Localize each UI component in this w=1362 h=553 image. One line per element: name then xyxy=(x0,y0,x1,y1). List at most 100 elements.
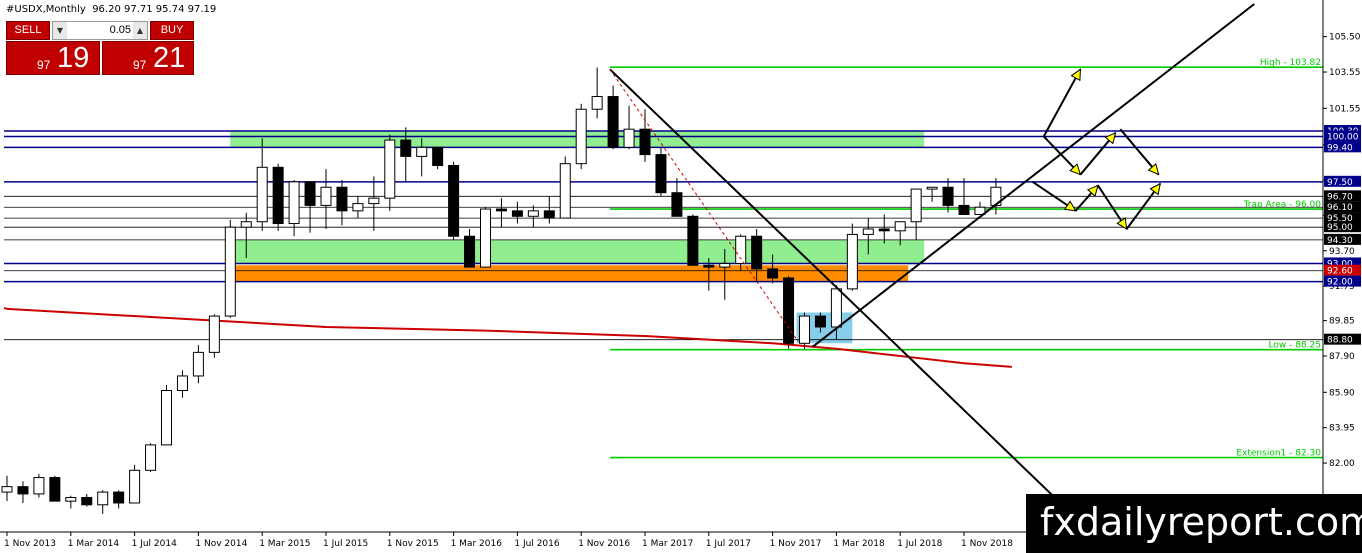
bull-candle xyxy=(65,497,77,502)
sell-price[interactable]: 97 19 xyxy=(6,41,100,75)
trend-line xyxy=(609,69,799,342)
price-tag-label: 99.40 xyxy=(1327,143,1353,153)
bear-candle xyxy=(607,96,619,148)
bull-candle xyxy=(623,128,635,148)
y-tick-label: 101.55 xyxy=(1329,104,1361,114)
bull-candle xyxy=(352,203,364,212)
x-tick-label: 1 Nov 2015 xyxy=(387,539,439,549)
bull-candle xyxy=(480,208,491,268)
price-chart[interactable]: High - 103.82 Trap Area - 96.00 Low - 88.2… xyxy=(0,0,1362,553)
y-tick-label: 82.00 xyxy=(1329,459,1355,469)
bull-candle xyxy=(320,186,332,206)
price-tag-label: 92.00 xyxy=(1327,278,1353,288)
x-tick-label: 1 Jul 2018 xyxy=(897,539,942,549)
bull-candle xyxy=(240,221,252,228)
moving-average-line xyxy=(6,307,1012,368)
lot-size-value[interactable]: 0.05 xyxy=(69,22,131,39)
bear-candle xyxy=(687,215,699,266)
zone-green xyxy=(230,239,925,264)
bear-candle xyxy=(304,181,316,206)
chart-title: #USDX,Monthly 96.20 97.71 95.74 97.19 xyxy=(6,4,216,15)
bear-candle xyxy=(81,497,93,506)
bear-candle xyxy=(448,164,460,237)
bear-candle xyxy=(17,486,29,495)
bull-candle xyxy=(208,315,220,353)
bull-candle xyxy=(926,186,938,190)
bear-candle xyxy=(464,235,476,268)
fib-level-label: Low - 88.25 xyxy=(1269,341,1321,351)
bear-candle xyxy=(655,154,667,194)
x-tick-label: 1 Jul 2014 xyxy=(132,539,177,549)
bear-candle xyxy=(703,264,715,268)
projection-arrow xyxy=(1042,68,1082,137)
bear-candle xyxy=(942,186,954,206)
buy-price-small: 97 xyxy=(133,58,147,72)
fib-level-label: Trap Area - 96.00 xyxy=(1243,200,1322,210)
bear-candle xyxy=(432,146,444,166)
bull-candle xyxy=(894,221,906,232)
bear-candle xyxy=(336,186,348,212)
buy-button[interactable]: BUY xyxy=(150,21,194,40)
price-tag-label: 97.50 xyxy=(1327,178,1353,188)
bear-candle xyxy=(400,139,412,157)
fib-level-label: Extension1 - 82.30 xyxy=(1236,449,1321,459)
price-tag-label: 95.00 xyxy=(1327,223,1353,233)
arrow-head-icon xyxy=(1063,200,1077,212)
arrow-head-icon xyxy=(1070,68,1081,82)
bull-candle xyxy=(559,163,571,219)
bull-candle xyxy=(830,288,842,328)
bull-candle xyxy=(288,181,300,225)
bear-candle xyxy=(113,491,125,504)
bull-candle xyxy=(591,96,603,110)
lot-decrease-icon[interactable]: ▼ xyxy=(53,22,67,39)
price-tag-label: 96.70 xyxy=(1327,192,1353,202)
ohlc-label: 96.20 97.71 95.74 97.19 xyxy=(92,4,217,15)
y-tick-label: 83.95 xyxy=(1329,424,1355,434)
y-tick-label: 105.50 xyxy=(1329,33,1361,43)
trend-line xyxy=(811,3,1255,348)
bull-candle xyxy=(176,375,188,391)
bear-candle xyxy=(767,268,779,279)
symbol-label: #USDX,Monthly xyxy=(6,4,86,15)
bull-candle xyxy=(256,166,268,223)
bear-candle xyxy=(639,128,651,156)
bear-candle xyxy=(958,204,970,215)
lot-increase-icon[interactable]: ▲ xyxy=(133,22,147,39)
bull-candle xyxy=(846,233,858,290)
x-tick-label: 1 Nov 2016 xyxy=(578,539,630,549)
buy-price[interactable]: 97 21 xyxy=(102,41,194,75)
x-tick-label: 1 Jul 2017 xyxy=(706,539,751,549)
watermark: fxdailyreport.com xyxy=(1026,494,1362,553)
fib-level-label: High - 103.82 xyxy=(1260,58,1321,68)
lot-size-field[interactable]: ▼ 0.05 ▲ xyxy=(52,21,148,40)
zone-orange xyxy=(230,265,909,282)
bull-candle xyxy=(368,197,380,205)
bull-candle xyxy=(416,146,428,157)
bull-candle xyxy=(97,491,109,506)
sell-price-small: 97 xyxy=(37,58,51,72)
price-tag-label: 96.10 xyxy=(1327,203,1353,213)
y-tick-label: 87.90 xyxy=(1329,352,1355,362)
bull-candle xyxy=(129,469,141,504)
bull-candle xyxy=(910,188,922,223)
x-tick-label: 1 Mar 2017 xyxy=(642,539,693,549)
bear-candle xyxy=(272,166,284,225)
sell-price-big: 19 xyxy=(57,42,90,74)
y-tick-label: 93.70 xyxy=(1329,247,1355,257)
bull-candle xyxy=(384,139,396,199)
x-tick-label: 1 Mar 2016 xyxy=(451,539,503,549)
bull-candle xyxy=(862,228,874,235)
bull-candle xyxy=(799,315,810,344)
one-click-trading-panel: SELL ▼ 0.05 ▲ BUY 97 19 97 21 xyxy=(4,19,194,77)
x-tick-label: 1 Mar 2018 xyxy=(833,539,885,549)
y-tick-label: 89.85 xyxy=(1329,317,1355,327)
y-tick-label: 85.90 xyxy=(1329,388,1355,398)
bull-candle xyxy=(527,210,539,217)
x-tick-label: 1 Mar 2015 xyxy=(259,539,310,549)
y-tick-label: 103.55 xyxy=(1329,68,1361,78)
buy-price-big: 21 xyxy=(153,42,186,74)
x-tick-label: 1 Jul 2015 xyxy=(323,539,368,549)
sell-button[interactable]: SELL xyxy=(6,21,50,40)
x-tick-label: 1 Nov 2014 xyxy=(195,539,247,549)
bear-candle xyxy=(49,477,61,502)
